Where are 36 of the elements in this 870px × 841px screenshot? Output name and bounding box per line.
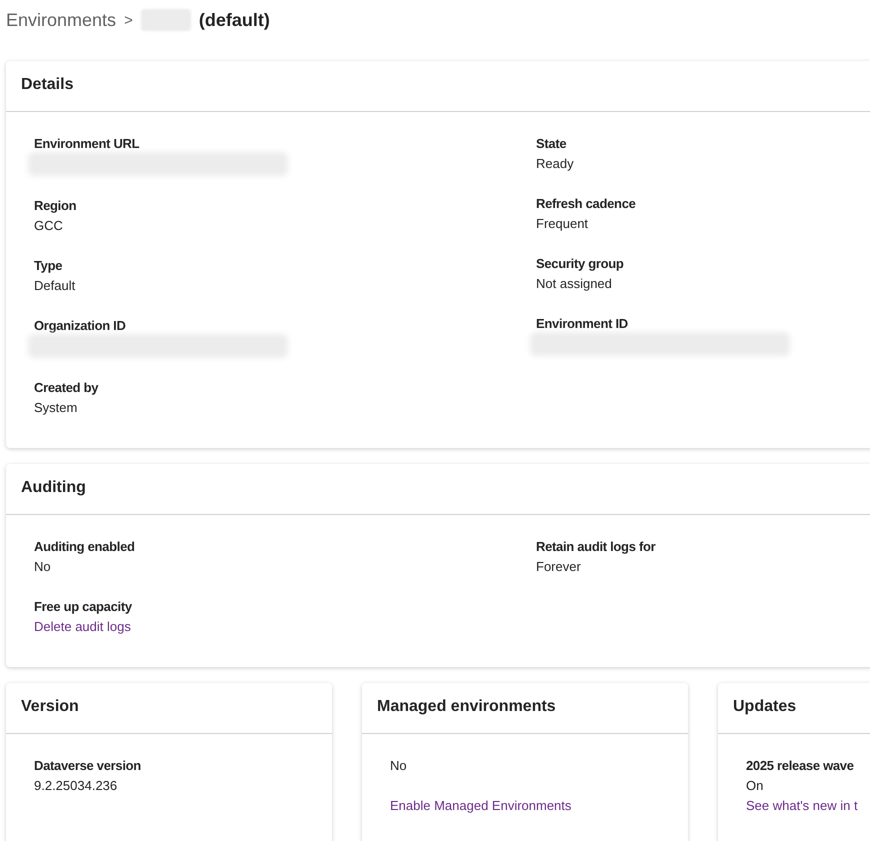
field-value: GCC (34, 217, 64, 235)
field-value: Ready (536, 155, 575, 173)
field-value: On (746, 777, 764, 795)
section-title: Auditing (6, 464, 870, 515)
field-value: Frequent (536, 215, 590, 233)
field-label: Created by (34, 379, 100, 397)
field-label: Retain audit logs for (536, 538, 656, 556)
section-title: Managed environments (362, 683, 688, 734)
field-label: Region (34, 197, 78, 215)
field-value: No (34, 558, 52, 576)
breadcrumb-separator: > (124, 12, 133, 28)
field-label: Refresh cadence (536, 195, 637, 213)
enable-link[interactable]: Enable Managed Environments (390, 798, 572, 813)
whats-new-link[interactable]: See what's new in t (746, 798, 858, 813)
breadcrumb-link[interactable]: Environments (6, 10, 116, 30)
field-value: 9.2.25034.236 (34, 777, 118, 795)
field-label: Auditing enabled (34, 538, 136, 556)
field-label: Environment ID (536, 315, 629, 333)
section-title: Updates (718, 683, 870, 734)
field-value: Forever (536, 558, 582, 576)
field-label: Organization ID (34, 317, 127, 335)
field-value: Not assigned (536, 275, 613, 293)
field-label: State (536, 135, 568, 153)
field-label: 2025 release wave (746, 757, 855, 775)
field-label: Type (34, 257, 64, 275)
field-label: Security group (536, 255, 625, 273)
field-value: Default (34, 277, 76, 295)
breadcrumb-current: (default) (198, 10, 270, 30)
field-link[interactable]: Delete audit logs (34, 617, 536, 637)
field-label: Environment URL (34, 135, 140, 153)
section-title: Details (6, 61, 870, 112)
field-label: Dataverse version (34, 757, 142, 775)
field-value: No (390, 757, 408, 775)
field-value: System (34, 399, 78, 417)
field-label: Free up capacity (34, 598, 133, 616)
section-title: Version (6, 683, 332, 734)
